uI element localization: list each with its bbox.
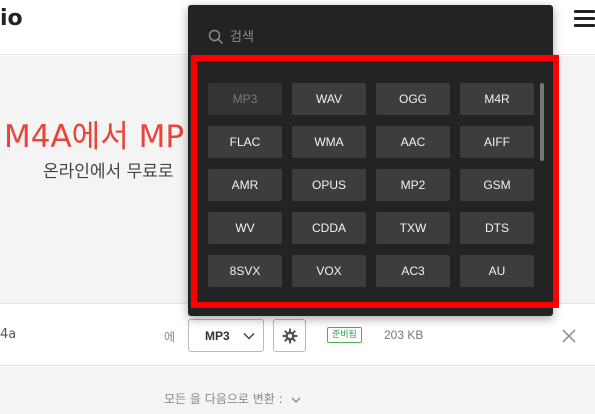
format-dropdown: MP3 WAV OGG M4R FLAC WMA AAC AIFF AMR OPUS MP2 GSM W…	[188, 5, 553, 316]
dropdown-scrollbar[interactable]	[540, 83, 544, 161]
format-option-wma[interactable]: WMA	[292, 126, 366, 158]
format-option-wav[interactable]: WAV	[292, 83, 366, 115]
search-icon	[208, 29, 224, 45]
format-option-mp3[interactable]: MP3	[208, 83, 282, 115]
format-option-opus[interactable]: OPUS	[292, 169, 366, 201]
format-option-cdda[interactable]: CDDA	[292, 212, 366, 244]
format-option-flac[interactable]: FLAC	[208, 126, 282, 158]
format-option-txw[interactable]: TXW	[376, 212, 450, 244]
format-option-gsm[interactable]: GSM	[460, 169, 534, 201]
gear-icon	[282, 328, 298, 344]
convert-all-label: 모든 을 다음으로 변환 :	[164, 392, 283, 406]
chevron-down-icon	[243, 332, 255, 340]
convert-all-dropdown[interactable]: 모든 을 다음으로 변환 :	[164, 390, 301, 407]
menu-icon[interactable]	[574, 10, 595, 30]
site-logo[interactable]: io	[0, 6, 23, 31]
format-option-au[interactable]: AU	[460, 255, 534, 287]
format-search-box	[188, 5, 553, 60]
format-option-amr[interactable]: AMR	[208, 169, 282, 201]
close-icon[interactable]	[561, 328, 577, 344]
page-title: M4A에서 MP	[4, 119, 185, 155]
format-option-ogg[interactable]: OGG	[376, 83, 450, 115]
chevron-down-icon	[291, 397, 300, 403]
bottom-area: 모든 을 다음으로 변환 :	[0, 367, 595, 414]
format-option-ac3[interactable]: AC3	[376, 255, 450, 287]
format-option-dts[interactable]: DTS	[460, 212, 534, 244]
format-option-aiff[interactable]: AIFF	[460, 126, 534, 158]
file-name: 4a	[0, 327, 17, 342]
format-option-8svx[interactable]: 8SVX	[208, 255, 282, 287]
page-subtitle: 온라인에서 무료로	[43, 162, 174, 182]
file-size: 203 KB	[384, 328, 424, 342]
selected-format: MP3	[205, 329, 230, 343]
format-option-aac[interactable]: AAC	[376, 126, 450, 158]
format-option-vox[interactable]: VOX	[292, 255, 366, 287]
format-option-wv[interactable]: WV	[208, 212, 282, 244]
settings-button[interactable]	[273, 319, 306, 352]
format-option-m4r[interactable]: M4R	[460, 83, 534, 115]
convert-to-label: 에	[164, 330, 176, 344]
output-format-select[interactable]: MP3	[188, 319, 264, 352]
status-badge: 준비됨	[327, 327, 362, 343]
format-search-input[interactable]	[230, 25, 530, 49]
format-option-mp2[interactable]: MP2	[376, 169, 450, 201]
